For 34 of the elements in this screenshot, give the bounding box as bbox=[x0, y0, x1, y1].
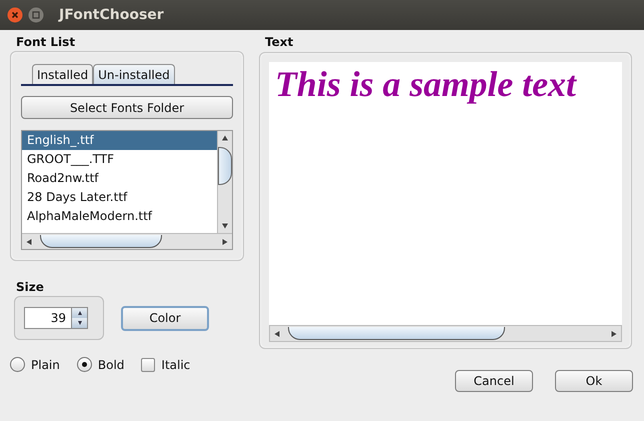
left-arrow-icon[interactable] bbox=[274, 330, 280, 336]
font-list-item[interactable]: AlphaMaleModern.ttf bbox=[22, 207, 217, 226]
up-arrow-icon[interactable] bbox=[222, 135, 228, 141]
tab[interactable]: Un-installed bbox=[93, 64, 175, 84]
font-list-item[interactable]: English_.ttf bbox=[22, 131, 217, 150]
vertical-scrollbar[interactable] bbox=[217, 131, 232, 233]
horizontal-scrollbar[interactable] bbox=[22, 233, 232, 249]
font-list-item[interactable]: Road2nw.ttf bbox=[22, 169, 217, 188]
right-arrow-icon[interactable] bbox=[611, 330, 617, 336]
select-folder-button[interactable]: Select Fonts Folder bbox=[21, 96, 233, 119]
option-label: Italic bbox=[161, 358, 190, 372]
size-label: Size bbox=[16, 280, 44, 294]
tab[interactable]: Installed bbox=[32, 64, 94, 84]
sample-text: This is a sample text bbox=[275, 64, 576, 104]
text-label: Text bbox=[265, 35, 294, 49]
font-list-item[interactable]: 28 Days Later.ttf bbox=[22, 188, 217, 207]
option-label: Bold bbox=[98, 358, 124, 372]
checkbox[interactable] bbox=[141, 358, 156, 372]
option-label: Plain bbox=[31, 358, 60, 372]
size-spinner[interactable]: 39 bbox=[24, 307, 88, 329]
radio-button[interactable] bbox=[10, 357, 25, 372]
font-list-label: Font List bbox=[16, 35, 76, 49]
radio-button[interactable] bbox=[76, 357, 92, 372]
font-list-item[interactable]: GROOT___.TTF bbox=[22, 150, 217, 169]
dialog-button[interactable]: Cancel bbox=[455, 370, 533, 392]
down-arrow-icon[interactable] bbox=[222, 223, 228, 229]
color-button[interactable]: Color bbox=[121, 306, 209, 330]
close-icon[interactable] bbox=[7, 7, 23, 23]
right-arrow-icon[interactable] bbox=[222, 238, 228, 244]
left-arrow-icon[interactable] bbox=[26, 238, 32, 244]
maximize-icon[interactable] bbox=[28, 7, 44, 23]
dialog-button[interactable]: Ok bbox=[555, 370, 633, 392]
window-title: JFontChooser bbox=[59, 7, 164, 23]
horizontal-scrollbar[interactable] bbox=[269, 325, 622, 342]
